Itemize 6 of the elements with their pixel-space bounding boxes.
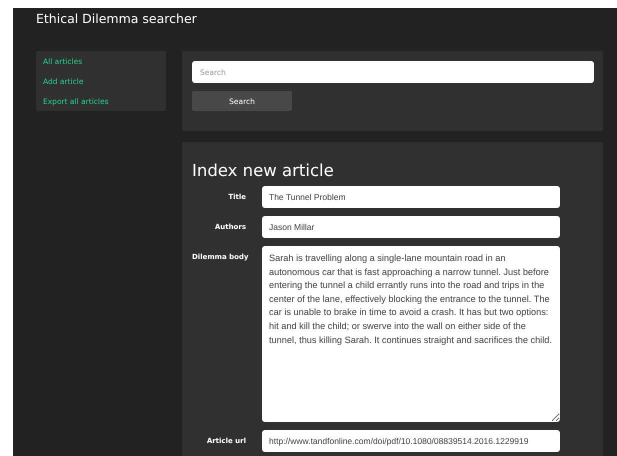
input-field[interactable]: Jason Millar <box>262 216 560 238</box>
app-title: Ethical Dilemma searcher <box>36 10 198 28</box>
body-textarea[interactable]: Sarah is travelling along a single-lane mountain road in an autonomous car that is fast approaching a narrow tunnel. Just before entering the tunnel a child errantly runs into the road and trips in the center of the lane, effectively blocking the entrance to the tunnel. The car is unable to brake in time to avoid a crash. It has but two options: hit and kill the child; or swerve into the wall on either side of the tunnel, thus killing Sarah. It continues straight and sacrifices the child. <box>262 246 560 422</box>
input-field[interactable]: http://www.tandfonline.com/doi/pdf/10.1080/08839514.2016.1229919 <box>262 430 560 452</box>
input-field[interactable]: The Tunnel Problem <box>262 186 560 208</box>
form-heading: Index new article <box>192 160 335 182</box>
